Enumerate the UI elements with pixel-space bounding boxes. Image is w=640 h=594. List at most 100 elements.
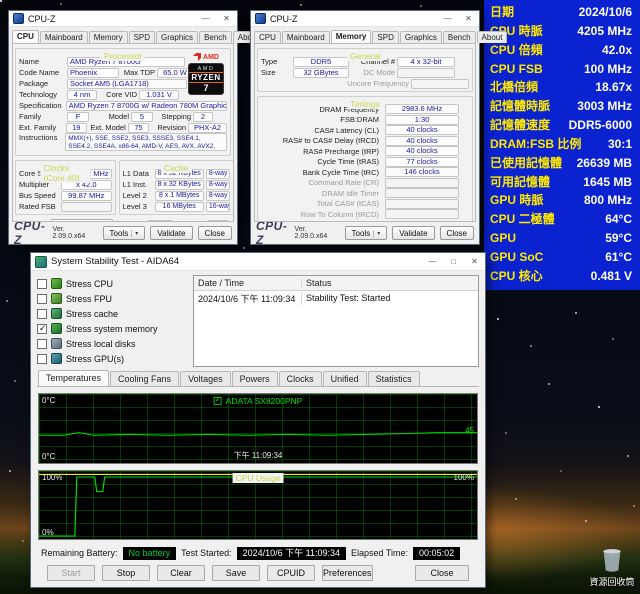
cpuz-icon — [13, 13, 24, 24]
timing-value: 40 clocks — [385, 125, 459, 135]
stress-option[interactable]: Stress FPU — [37, 292, 185, 305]
sidebar-stat-row: GPU 時脈 800 MHz — [490, 192, 632, 209]
sidebar-stat-row: 北橋倍頻 18.67x — [490, 79, 632, 96]
stress-checkbox[interactable] — [37, 294, 47, 304]
log-table: Date / Time Status 2024/10/6 下午 11:09:34… — [193, 275, 479, 367]
stress-checkbox[interactable] — [37, 309, 47, 319]
processor-group: Processor AMD AMD RYZEN 7 NameAMD Ryzen … — [15, 48, 231, 156]
cpuz-tab[interactable]: About — [477, 31, 508, 43]
validate-button[interactable]: Validate — [150, 226, 192, 240]
stress-option[interactable]: Stress local disks — [37, 337, 185, 350]
amd-logo-icon: AMD — [193, 53, 219, 61]
instructions-value: MMX(+), SSE, SSE2, SSE3, SSSE3, SSE4.1, … — [65, 133, 227, 151]
cpuz-tab[interactable]: SPD — [372, 31, 398, 43]
stat-label: GPU SoC — [490, 249, 543, 266]
field-label: Level 2 — [123, 191, 153, 200]
aida-button[interactable]: Clear — [157, 565, 205, 581]
field-label: Code Name — [19, 68, 65, 77]
aida-button[interactable]: Preferences — [322, 565, 373, 581]
cpuz-tab[interactable]: SPD — [129, 31, 155, 43]
titlebar[interactable]: CPU-Z — ✕ — [251, 11, 479, 27]
stat-value: 4205 MHz — [577, 23, 632, 40]
cpuz-tab[interactable]: Graphics — [156, 31, 198, 43]
close-icon[interactable]: ✕ — [466, 256, 483, 268]
stress-checkbox[interactable] — [37, 324, 47, 334]
sidebar-stat-row: CPU FSB 100 MHz — [490, 61, 632, 78]
stress-option[interactable]: Stress GPU(s) — [37, 352, 185, 365]
cpuz-tab-bar: CPUMainboardMemorySPDGraphicsBenchAbout — [9, 28, 237, 43]
close-button[interactable]: Close — [415, 565, 469, 581]
field-label: Max TDP — [121, 68, 155, 77]
minimize-button[interactable]: — — [424, 256, 441, 268]
stress-checkbox[interactable] — [37, 339, 47, 349]
aida64-icon — [35, 256, 47, 268]
minimize-button[interactable]: — — [197, 13, 214, 25]
close-icon[interactable]: ✕ — [460, 13, 477, 25]
cpuz-tab[interactable]: Bench — [199, 31, 232, 43]
maximize-button[interactable]: □ — [445, 256, 462, 268]
aida-button[interactable]: Stop — [102, 565, 150, 581]
aida-tab[interactable]: Unified — [323, 371, 367, 386]
timing-label: Command Rate (CR) — [261, 178, 383, 187]
field-label: Size — [261, 68, 291, 77]
stress-option-label: Stress CPU — [66, 279, 113, 289]
aida-tab[interactable]: Cooling Fans — [110, 371, 179, 386]
technology-value: 4 nm — [67, 90, 97, 100]
stress-checkbox[interactable] — [37, 279, 47, 289]
minimize-button[interactable]: — — [439, 13, 456, 25]
timing-label: Total CAS# (tCAS) — [261, 199, 383, 208]
sidebar-stat-row: CPU 倍頻 42.0x — [490, 42, 632, 59]
stress-checkbox[interactable] — [37, 354, 47, 364]
aida-button[interactable]: Start — [47, 565, 95, 581]
model-value: 5 — [131, 112, 153, 122]
field-label: Level 3 — [123, 202, 153, 211]
aida-tab[interactable]: Statistics — [368, 371, 420, 386]
cpuz-tab[interactable]: Memory — [331, 30, 372, 43]
stat-label: CPU 二極體 — [490, 211, 555, 228]
stress-option[interactable]: Stress system memory — [37, 322, 185, 335]
group-title: Cache — [161, 163, 192, 173]
tools-button[interactable]: Tools▾ — [103, 226, 146, 240]
ext-family-value: 19 — [66, 123, 87, 133]
titlebar[interactable]: CPU-Z — ✕ — [9, 11, 237, 27]
timing-label: Cycle Time (tRAS) — [261, 157, 383, 166]
cpuz-footer: CPU-Z Ver. 2.09.0.x64 Tools▾ Validate Cl… — [251, 222, 479, 244]
stress-option[interactable]: Stress cache — [37, 307, 185, 320]
aida-button[interactable]: CPUID — [267, 565, 315, 581]
aida-tab[interactable]: Powers — [232, 371, 278, 386]
log-table-header: Date / Time Status — [194, 276, 478, 291]
close-button[interactable]: Close — [440, 226, 474, 240]
cpuz-tab[interactable]: Bench — [443, 31, 476, 43]
timing-label: DRAM Idle Timer — [261, 189, 383, 198]
sidebar-stat-row: GPU SoC 61°C — [490, 249, 632, 266]
legend-checkbox[interactable] — [214, 397, 222, 405]
field-label: Ext. Model — [89, 123, 126, 132]
stress-option[interactable]: Stress CPU — [37, 277, 185, 290]
log-datetime: 2024/10/6 下午 11:09:34 — [194, 292, 302, 305]
graph-title: CPU Usage — [233, 473, 284, 483]
cpuz-tab[interactable]: Mainboard — [282, 31, 330, 43]
battery-label: Remaining Battery: — [41, 548, 118, 558]
cpuz-icon — [255, 13, 266, 24]
version-text: Ver. 2.09.0.x64 — [295, 226, 335, 240]
cpuz-tab[interactable]: Graphics — [400, 31, 442, 43]
recycle-bin[interactable]: 資源回收筒 — [582, 547, 640, 588]
stress-option-label: Stress cache — [66, 309, 118, 319]
aida-tab[interactable]: Temperatures — [38, 370, 109, 386]
socket-select[interactable]: Socket #1▾ — [51, 219, 113, 222]
validate-button[interactable]: Validate — [392, 226, 434, 240]
core-vid-value: 1.031 V — [139, 90, 179, 100]
aida-tab[interactable]: Voltages — [180, 371, 231, 386]
close-icon[interactable]: ✕ — [218, 13, 235, 25]
aida-tab[interactable]: Clocks — [279, 371, 322, 386]
cpuz-tab[interactable]: CPU — [254, 31, 281, 43]
cpuz-tab[interactable]: Memory — [89, 31, 128, 43]
tools-button[interactable]: Tools▾ — [345, 226, 388, 240]
clock-value — [61, 202, 112, 212]
close-button[interactable]: Close — [198, 226, 232, 240]
aida-button[interactable]: Save — [212, 565, 260, 581]
stress-option-list: Stress CPU Stress FPU Stress cache — [37, 275, 185, 367]
titlebar[interactable]: System Stability Test - AIDA64 — □ ✕ — [31, 253, 485, 271]
cpuz-tab[interactable]: Mainboard — [40, 31, 88, 43]
cpuz-tab[interactable]: CPU — [12, 30, 39, 43]
